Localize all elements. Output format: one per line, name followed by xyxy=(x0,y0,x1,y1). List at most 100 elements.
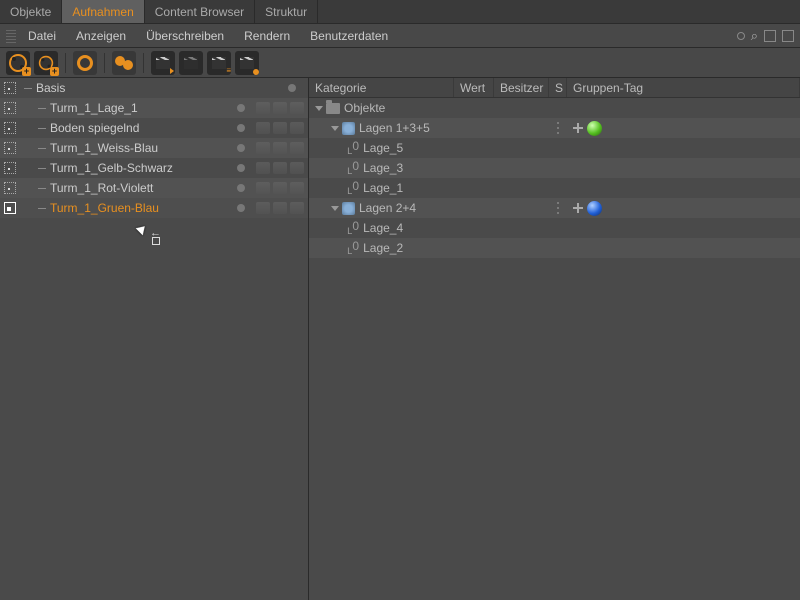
col-kategorie[interactable]: Kategorie xyxy=(309,78,454,97)
new-child-take-button[interactable]: + xyxy=(34,51,58,75)
take-label: Turm_1_Weiss-Blau xyxy=(50,141,237,155)
col-s[interactable]: S xyxy=(549,78,567,97)
add-tag-button[interactable] xyxy=(573,123,583,133)
mark-icon[interactable] xyxy=(4,162,16,174)
take-row[interactable]: Turm_1_Gruen-Blau xyxy=(0,198,308,218)
status-dot-icon[interactable] xyxy=(237,144,245,152)
category-label: Lage_4 xyxy=(363,221,403,235)
mark-icon[interactable] xyxy=(4,142,16,154)
status-dot-icon[interactable] xyxy=(237,124,245,132)
take-row[interactable]: Turm_1_Gelb-Schwarz xyxy=(0,158,308,178)
col-wert[interactable]: Wert xyxy=(454,78,494,97)
expand-icon[interactable] xyxy=(331,126,339,131)
category-leaf-row[interactable]: L0Lage_3 xyxy=(309,158,800,178)
window-icon-2[interactable] xyxy=(782,30,794,42)
render-marked-button[interactable] xyxy=(179,51,203,75)
category-group-row[interactable]: Lagen 2+4 xyxy=(309,198,800,218)
new-take-button[interactable]: + xyxy=(6,51,30,75)
menu-anzeigen[interactable]: Anzeigen xyxy=(68,27,134,45)
column-headers: Kategorie Wert Besitzer S Gruppen-Tag xyxy=(309,78,800,98)
take-row-root[interactable]: Basis xyxy=(0,78,308,98)
mark-icon[interactable] xyxy=(4,202,16,214)
menu-rendern[interactable]: Rendern xyxy=(236,27,298,45)
override-icon[interactable] xyxy=(273,182,287,194)
override-icon[interactable] xyxy=(273,202,287,214)
drag-handle-icon[interactable] xyxy=(554,202,562,214)
toolbar-divider xyxy=(104,53,105,73)
category-leaf-row[interactable]: L0Lage_2 xyxy=(309,238,800,258)
window-icon-1[interactable] xyxy=(764,30,776,42)
auto-take-button[interactable] xyxy=(73,51,97,75)
material-tag-icon[interactable] xyxy=(587,201,602,216)
menu-ueberschreiben[interactable]: Überschreiben xyxy=(138,27,232,45)
override-icon[interactable] xyxy=(256,142,270,154)
status-dot-icon[interactable] xyxy=(237,184,245,192)
search-icon[interactable]: ⌕ xyxy=(751,28,758,44)
take-row[interactable]: Turm_1_Lage_1 xyxy=(0,98,308,118)
takes-tree-panel: Basis Turm_1_Lage_1Boden spiegelnd Turm_1… xyxy=(0,78,308,600)
override-icon[interactable] xyxy=(256,202,270,214)
render-settings-icon xyxy=(342,202,355,215)
mark-icon[interactable] xyxy=(4,182,16,194)
override-icon[interactable] xyxy=(290,202,304,214)
menu-grip-icon xyxy=(6,29,16,43)
col-gruppen-tag[interactable]: Gruppen-Tag xyxy=(567,78,800,97)
override-icon[interactable] xyxy=(290,122,304,134)
override-icon[interactable] xyxy=(290,142,304,154)
expand-icon[interactable] xyxy=(315,106,323,111)
take-label: Basis xyxy=(36,81,288,95)
take-row[interactable]: Turm_1_Weiss-Blau xyxy=(0,138,308,158)
mark-icon[interactable] xyxy=(4,122,16,134)
override-icon[interactable] xyxy=(290,102,304,114)
take-label: Turm_1_Gruen-Blau xyxy=(50,201,237,215)
override-icon[interactable] xyxy=(273,122,287,134)
take-row[interactable]: Boden spiegelnd xyxy=(0,118,308,138)
override-icon[interactable] xyxy=(273,142,287,154)
menu-benutzerdaten[interactable]: Benutzerdaten xyxy=(302,27,396,45)
status-dot-icon[interactable] xyxy=(288,84,296,92)
status-dot-icon[interactable] xyxy=(237,204,245,212)
add-tag-button[interactable] xyxy=(573,203,583,213)
override-icon[interactable] xyxy=(256,102,270,114)
material-tag-icon[interactable] xyxy=(587,121,602,136)
drag-handle-icon[interactable] xyxy=(554,122,562,134)
mark-icon[interactable] xyxy=(4,82,16,94)
category-label: Lage_2 xyxy=(363,241,403,255)
take-label: Turm_1_Rot-Violett xyxy=(50,181,237,195)
override-icon[interactable] xyxy=(273,102,287,114)
override-groups-button[interactable] xyxy=(112,51,136,75)
category-root-row[interactable]: Objekte xyxy=(309,98,800,118)
null-icon: L0 xyxy=(347,219,359,237)
col-besitzer[interactable]: Besitzer xyxy=(494,78,549,97)
folder-icon xyxy=(326,103,340,114)
menubar: Datei Anzeigen Überschreiben Rendern Ben… xyxy=(0,24,800,48)
render-current-button[interactable] xyxy=(151,51,175,75)
override-icon[interactable] xyxy=(273,162,287,174)
render-queue-1-button[interactable]: ≡ xyxy=(207,51,231,75)
menu-datei[interactable]: Datei xyxy=(20,27,64,45)
render-queue-2-button[interactable] xyxy=(235,51,259,75)
tab-content-browser[interactable]: Content Browser xyxy=(145,0,255,23)
category-leaf-row[interactable]: L0Lage_5 xyxy=(309,138,800,158)
category-leaf-row[interactable]: L0 Lage_1 xyxy=(309,178,800,198)
tab-objekte[interactable]: Objekte xyxy=(0,0,62,23)
override-icon[interactable] xyxy=(290,162,304,174)
tab-struktur[interactable]: Struktur xyxy=(255,0,318,23)
status-dot-icon[interactable] xyxy=(237,104,245,112)
category-leaf-row[interactable]: L0 Lage_4 xyxy=(309,218,800,238)
expand-icon[interactable] xyxy=(331,206,339,211)
override-icon[interactable] xyxy=(256,182,270,194)
target-icon[interactable] xyxy=(737,32,745,40)
take-row[interactable]: Turm_1_Rot-Violett xyxy=(0,178,308,198)
mark-icon[interactable] xyxy=(4,102,16,114)
tab-aufnahmen[interactable]: Aufnahmen xyxy=(62,0,144,23)
override-icon[interactable] xyxy=(256,162,270,174)
null-icon: L0 xyxy=(347,179,359,197)
category-label: Objekte xyxy=(344,101,385,115)
category-label: Lage_1 xyxy=(363,181,403,195)
override-icon[interactable] xyxy=(290,182,304,194)
toolbar-divider xyxy=(65,53,66,73)
status-dot-icon[interactable] xyxy=(237,164,245,172)
category-group-row[interactable]: Lagen 1+3+5 xyxy=(309,118,800,138)
override-icon[interactable] xyxy=(256,122,270,134)
